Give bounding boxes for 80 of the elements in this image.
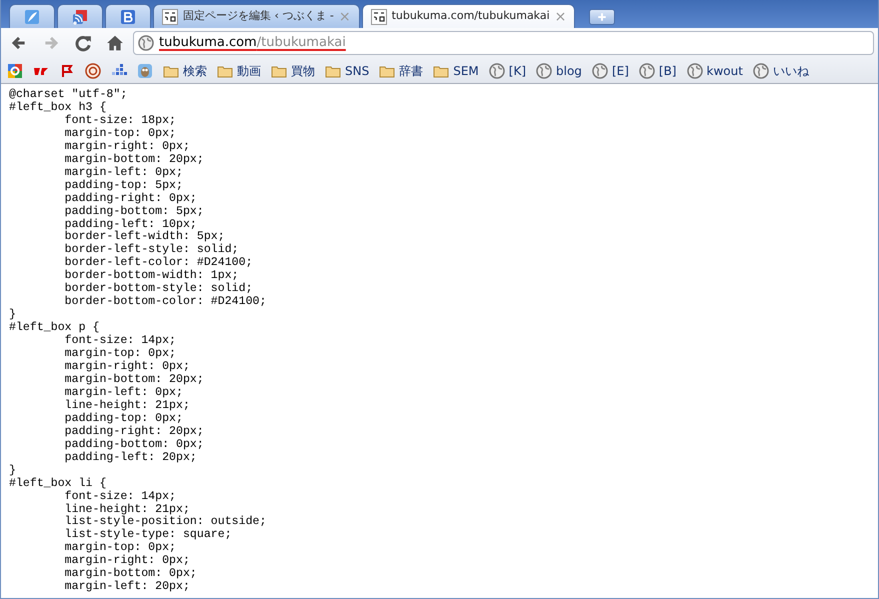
code-line: } (9, 309, 16, 322)
code-line: } (9, 464, 16, 478)
code-line: border-bottom-style: solid; (64, 283, 253, 296)
code-line: padding-bottom: 5px; (64, 206, 204, 218)
code-line: margin-bottom: 20px; (64, 374, 204, 386)
code-line: margin-left: 0px; (64, 166, 183, 180)
code-line: margin-right: 0px; (64, 140, 190, 154)
new-tab-button[interactable] (589, 9, 616, 25)
browser-tab[interactable]: 固定ページを編集 ‹ つぶくま - × (153, 4, 360, 28)
globe-icon (686, 62, 702, 78)
code-line: margin-top: 0px; (64, 348, 176, 360)
code-line: padding-top: 5px; (64, 180, 183, 192)
code-line: padding-top: 0px; (64, 412, 183, 426)
bookmark[interactable] (137, 62, 153, 78)
home-icon (106, 34, 124, 52)
code-line: font-size: 14px; (64, 490, 176, 504)
code-line: margin-bottom: 0px; (64, 568, 197, 580)
code-line: line-height: 21px; (64, 504, 190, 516)
globe-icon (488, 62, 505, 78)
bookmark[interactable]: kwout (686, 62, 743, 80)
globe-icon (138, 35, 154, 51)
browser-tab[interactable] (9, 4, 55, 28)
code-line: margin-right: 0px; (64, 361, 190, 374)
code-line: line-height: 21px; (64, 400, 190, 412)
globe-icon (752, 62, 769, 78)
bookmark[interactable]: いいね (752, 62, 809, 80)
code-line: #left_box h3 { (9, 102, 106, 114)
code-line: border-bottom-width: 1px; (64, 270, 239, 282)
code-line: list-style-type: square; (64, 529, 232, 542)
bookmark[interactable]: 買物 (271, 62, 315, 80)
b-letter-icon (120, 8, 136, 24)
bookmark[interactable] (59, 62, 75, 78)
reload-icon (74, 34, 92, 52)
url-text: tubukuma.com/tubukumakai (159, 34, 346, 52)
owl-icon (137, 62, 153, 78)
bookmark[interactable]: 動画 (217, 62, 261, 80)
code-line: @charset "utf-8"; (9, 89, 128, 102)
tab-title: 固定ページを編集 ‹ つぶくま - (183, 8, 334, 24)
code-line: border-left-color: #D24100; (64, 257, 253, 270)
bookmark[interactable]: [K] (488, 62, 526, 80)
code-line: font-size: 18px; (64, 114, 176, 128)
feed-icon (72, 8, 88, 24)
globe-icon (638, 62, 655, 78)
code-line: margin-top: 0px; (64, 128, 176, 140)
code-line: font-size: 14px; (64, 335, 176, 348)
code-line: border-left-style: solid; (64, 244, 239, 256)
code-line: padding-bottom: 0px; (64, 438, 204, 452)
feather-icon (24, 8, 40, 24)
bookmark[interactable]: blog (536, 62, 582, 80)
flag-icon (59, 62, 75, 78)
tab-title: tubukuma.com/tubukumakai (392, 8, 550, 24)
bookmark[interactable]: 辞書 (379, 62, 424, 80)
bookmark[interactable]: [E] (592, 62, 629, 80)
code-line: margin-right: 0px; (64, 555, 190, 568)
bookmark[interactable]: [B] (638, 62, 676, 80)
code-line: padding-right: 0px; (64, 192, 197, 206)
site-favicon-icon (370, 8, 387, 24)
plus-icon (597, 12, 608, 22)
globe-icon (536, 62, 552, 78)
code-line: border-left-width: 5px; (64, 231, 225, 244)
site-favicon-icon (162, 8, 178, 24)
code-line: margin-left: 20px; (64, 581, 190, 594)
globe-icon (592, 62, 608, 78)
browser-tab[interactable] (105, 4, 151, 28)
code-line: padding-left: 20px; (64, 452, 197, 465)
browser-tab[interactable]: tubukuma.com/tubukumakai × (362, 4, 576, 28)
code-line: padding-right: 20px; (64, 426, 204, 438)
browser-tab[interactable] (57, 4, 103, 28)
bookmark[interactable]: SEM (433, 62, 479, 80)
bookmark[interactable]: 検索 (163, 62, 207, 80)
address-bar[interactable]: tubukuma.com/tubukumakai (133, 31, 874, 55)
bookmark[interactable]: SNS (325, 62, 370, 80)
code-line: #left_box p { (9, 322, 100, 334)
code-line: margin-left: 0px; (64, 386, 183, 400)
code-line: margin-top: 0px; (64, 542, 176, 554)
code-line: padding-left: 10px; (64, 218, 197, 231)
code-line: border-bottom-color: #D24100; (64, 296, 266, 310)
code-line: list-style-position: outside; (64, 516, 266, 528)
code-line: #left_box li { (9, 478, 106, 490)
code-line: margin-bottom: 20px; (64, 154, 204, 166)
